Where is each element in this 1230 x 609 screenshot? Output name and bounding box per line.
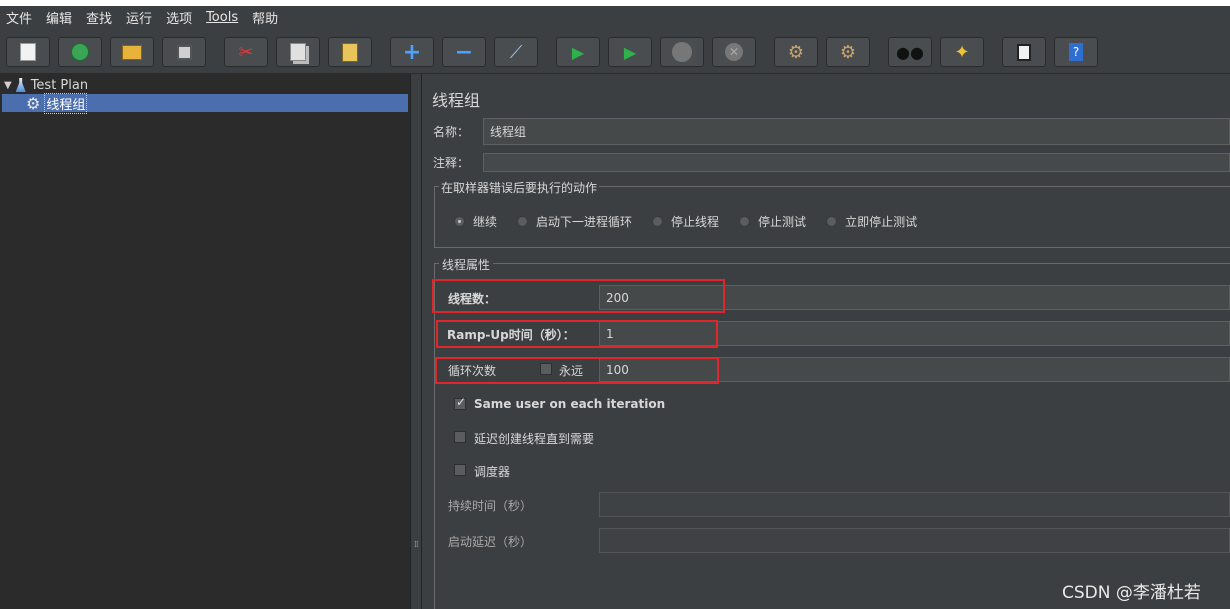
menu-tools[interactable]: Tools [199,10,245,25]
clear-button[interactable]: ⚙ [774,37,818,67]
shutdown-button[interactable]: ✕ [712,37,756,67]
paste-icon [342,42,358,62]
radio-stop-thread[interactable] [652,216,664,227]
splitter-grip-icon: ⁞⁞ [414,540,419,550]
tree-node-thread-group[interactable]: ⚙ 线程组 [26,92,88,114]
cut-icon: ✂ [238,41,254,63]
function-helper-icon [1017,43,1031,61]
tree-node-label: 线程组 [44,92,88,114]
clear-all-icon: ⚙ [839,41,857,63]
new-icon [20,43,36,61]
clear-icon: ⚙ [787,41,805,63]
checkmark-icon: ✓ [456,395,467,409]
stop-button[interactable] [660,37,704,67]
templates-button[interactable] [58,37,102,67]
radio-start-next-loop[interactable] [517,216,529,227]
highlight-threads [432,279,725,313]
cut-button[interactable]: ✂ [224,37,268,67]
toolbar: ✂ + − ⟋ ▶ ▶ ✕ ⚙ ⚙ ●● ✦ ? [0,29,1230,74]
duration-field[interactable] [599,492,1230,517]
open-button[interactable] [110,37,154,67]
same-user-label: Same user on each iteration [474,397,666,411]
reset-search-button[interactable]: ✦ [940,37,984,67]
search-icon: ●● [896,42,924,62]
thread-props-legend: 线程属性 [439,256,494,273]
startup-delay-label: 启动延迟（秒） [448,535,533,549]
shutdown-icon: ✕ [725,43,743,61]
error-action-options: 继续 启动下一进程循环 停止线程 停止测试 立即停止测试 [454,213,917,230]
copy-button[interactable] [276,37,320,67]
test-plan-icon [15,78,26,92]
same-user-checkbox[interactable]: ✓ [454,395,467,410]
panel-title: 线程组 [432,91,481,110]
stop-icon [672,42,692,62]
error-action-legend: 在取样器错误后要执行的动作 [439,179,600,196]
gear-icon: ⚙ [26,93,41,113]
delay-thread-creation-label: 延迟创建线程直到需要 [474,432,595,446]
expand-triangle-icon: ▼ [4,79,12,91]
help-icon: ? [1069,43,1083,61]
collapse-icon: − [454,39,474,65]
paste-button[interactable] [328,37,372,67]
expand-button[interactable]: + [390,37,434,67]
startup-delay-field[interactable] [599,528,1230,553]
expand-icon: + [402,39,422,65]
radio-label: 启动下一进程循环 [536,215,633,229]
highlight-loop [435,357,719,384]
comment-field[interactable] [483,153,1230,172]
collapse-button[interactable]: − [442,37,486,67]
radio-label: 停止测试 [758,215,807,229]
name-label: 名称： [433,125,470,139]
function-helper-button[interactable] [1002,37,1046,67]
pane-splitter[interactable]: ⁞⁞ [410,74,422,609]
open-icon [122,44,142,60]
tree-node-test-plan[interactable]: ▼ Test Plan [4,76,88,94]
menu-bar: 文件 编辑 查找 运行 选项 Tools 帮助 [0,6,1230,29]
duration-label: 持续时间（秒） [448,499,533,513]
new-button[interactable] [6,37,50,67]
radio-label: 继续 [473,215,498,229]
reset-search-icon: ✦ [954,41,970,63]
clear-all-button[interactable]: ⚙ [826,37,870,67]
watermark: CSDN @李潘杜若 [1062,583,1201,603]
radio-stop-test-now[interactable] [826,216,838,227]
menu-help[interactable]: 帮助 [245,8,285,27]
save-button[interactable] [162,37,206,67]
start-no-pause-button[interactable]: ▶ [608,37,652,67]
delay-thread-creation-checkbox[interactable] [454,431,466,443]
save-icon [176,44,192,60]
templates-icon [71,43,89,61]
menu-run[interactable]: 运行 [119,8,159,27]
test-plan-tree: ▼ Test Plan ⚙ 线程组 [0,74,410,609]
menu-edit[interactable]: 编辑 [39,8,79,27]
start-icon: ▶ [571,42,585,62]
toggle-icon: ⟋ [509,41,523,63]
scheduler-checkbox[interactable] [454,464,466,476]
highlight-rampup [436,320,718,348]
radio-label: 立即停止测试 [845,215,918,229]
comment-label: 注释： [433,156,470,170]
menu-options[interactable]: 选项 [159,8,199,27]
tree-node-label: Test Plan [30,77,89,93]
name-field[interactable]: 线程组 [483,118,1230,145]
thread-props-border [434,263,435,609]
thread-props-divider [434,263,1230,264]
search-button[interactable]: ●● [888,37,932,67]
radio-stop-test[interactable] [739,216,751,227]
help-button[interactable]: ? [1054,37,1098,67]
toggle-button[interactable]: ⟋ [494,37,538,67]
copy-icon [290,43,306,61]
thread-group-panel: 线程组 名称： 线程组 注释： 在取样器错误后要执行的动作 继续 启动下一进程循… [422,74,1230,609]
radio-label: 停止线程 [671,215,720,229]
start-button[interactable]: ▶ [556,37,600,67]
menu-file[interactable]: 文件 [0,8,39,27]
start-no-pause-icon: ▶ [623,42,637,62]
menu-search[interactable]: 查找 [79,8,119,27]
radio-continue[interactable] [454,216,465,227]
scheduler-label: 调度器 [474,465,511,479]
